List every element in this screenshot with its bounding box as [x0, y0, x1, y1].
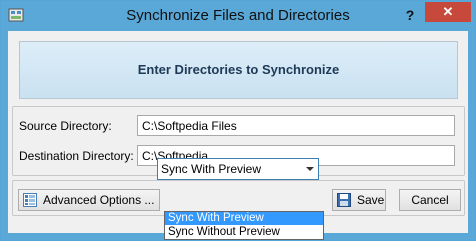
advanced-options-button[interactable]: Advanced Options ... [18, 189, 160, 211]
header-banner: Enter Directories to Synchronize [19, 41, 458, 99]
help-button[interactable]: ? [399, 6, 421, 24]
options-grid-icon [23, 193, 37, 207]
sync-mode-dropdown: Sync With Preview Sync Without Preview [164, 211, 324, 240]
dialog-body: Enter Directories to Synchronize Source … [8, 31, 468, 233]
close-button[interactable]: ✕ [425, 2, 471, 22]
save-button[interactable]: Save [332, 189, 386, 211]
dropdown-option-sync-without-preview[interactable]: Sync Without Preview [165, 226, 323, 239]
sync-mode-selected: Sync With Preview [161, 162, 262, 176]
save-label: Save [357, 193, 385, 207]
banner-title: Enter Directories to Synchronize [137, 62, 340, 77]
chevron-down-icon[interactable] [306, 167, 314, 171]
title-bar[interactable]: Synchronize Files and Directories ? ✕ [1, 1, 475, 31]
destination-directory-label: Destination Directory: [19, 149, 134, 163]
dialog-window: Synchronize Files and Directories ? ✕ En… [0, 0, 476, 241]
floppy-disk-icon [337, 193, 351, 207]
cancel-button[interactable]: Cancel [399, 189, 461, 211]
advanced-options-label: Advanced Options ... [43, 193, 155, 207]
sync-mode-select[interactable]: Sync With Preview [157, 158, 319, 180]
source-directory-label: Source Directory: [19, 119, 112, 133]
source-directory-input[interactable]: C:\Softpedia Files [137, 115, 455, 136]
dropdown-option-sync-with-preview[interactable]: Sync With Preview [165, 212, 323, 225]
